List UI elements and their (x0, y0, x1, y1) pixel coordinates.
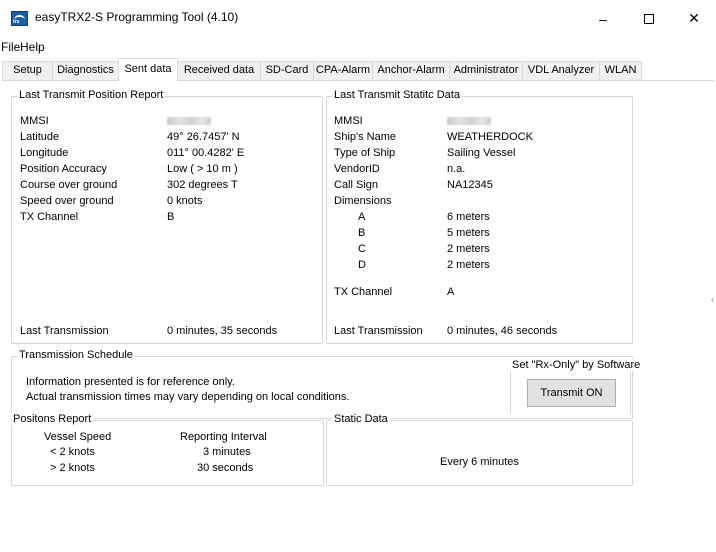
rx-only-title: Set "Rx-Only" by Software (510, 359, 643, 371)
maximize-button[interactable] (626, 0, 672, 37)
position-report-title: Last Transmit Position Report (17, 89, 166, 101)
dim-b-label: B (358, 227, 366, 239)
positions-col-interval: Reporting Interval (180, 431, 267, 443)
dim-c-label: C (358, 243, 366, 255)
pos-last-transmission-value: 0 minutes, 35 seconds (167, 325, 278, 337)
static-call-sign-label: Call Sign (334, 179, 379, 191)
pos-accuracy-label: Position Accuracy (20, 163, 107, 175)
minimize-button[interactable]: – (580, 0, 626, 37)
positions-row1-interval: 3 minutes (203, 446, 251, 458)
tab-vdl-analyzer[interactable]: VDL Analyzer (522, 61, 600, 80)
pos-tx-channel-label: TX Channel (20, 211, 79, 223)
dim-a-label: A (358, 211, 366, 223)
tab-administrator[interactable]: Administrator (449, 61, 523, 80)
positions-col-speed: Vessel Speed (44, 431, 112, 443)
pos-cog-value: 302 degrees T (167, 179, 238, 191)
minimize-icon: – (599, 10, 607, 27)
redacted-mmsi (447, 117, 491, 126)
menu-help[interactable]: Help (20, 40, 45, 54)
redacted-mmsi (167, 117, 211, 126)
pos-last-transmission-label: Last Transmission (20, 325, 109, 337)
pos-latitude-value: 49° 26.7457' N (167, 131, 240, 143)
static-last-transmission-value: 0 minutes, 46 seconds (447, 325, 558, 337)
positions-row1-speed: < 2 knots (50, 446, 95, 458)
positions-report-title: Positons Report (11, 413, 94, 425)
dim-b-value: 5 meters (447, 227, 490, 239)
tab-received-data[interactable]: Received data (177, 61, 261, 80)
menu-file[interactable]: File (1, 40, 20, 54)
pos-sog-label: Speed over ground (20, 195, 114, 207)
tab-wlan[interactable]: WLAN (599, 61, 642, 80)
static-vendor-id-label: VendorID (334, 163, 380, 175)
static-dimensions-label: Dimensions (334, 195, 392, 207)
pos-tx-channel-value: B (167, 211, 175, 223)
positions-row2-interval: 30 seconds (197, 462, 254, 474)
transmit-on-button[interactable]: Transmit ON (527, 379, 616, 407)
maximize-icon (644, 13, 654, 24)
tab-diagnostics[interactable]: Diagnostics (52, 61, 119, 80)
static-mmsi-value (447, 115, 491, 127)
menu-bar: File Help (0, 37, 716, 57)
tab-sent-data[interactable]: Sent data (118, 58, 178, 81)
tab-anchor-alarm[interactable]: Anchor-Alarm (372, 61, 450, 80)
schedule-info-line1: Information presented is for reference o… (26, 376, 235, 388)
static-schedule-group: Static Data (326, 413, 633, 486)
pos-longitude-label: Longitude (20, 147, 69, 159)
tab-sd-card[interactable]: SD-Card (260, 61, 314, 80)
window-title: easyTRX2-S Programming Tool (4.10) (35, 10, 239, 24)
pos-mmsi-label: MMSI (20, 115, 49, 127)
chevron-left-icon: ‹ (711, 294, 714, 304)
static-ship-type-label: Type of Ship (334, 147, 396, 159)
dim-c-value: 2 meters (447, 243, 490, 255)
pos-mmsi-value (167, 115, 211, 127)
dim-d-label: D (358, 259, 366, 271)
tab-setup[interactable]: Setup (2, 61, 53, 80)
pos-longitude-value: 011° 00.4282' E (167, 147, 245, 159)
static-ship-name-label: Ship's Name (334, 131, 397, 143)
static-schedule-title: Static Data (332, 413, 390, 425)
dim-d-value: 2 meters (447, 259, 490, 271)
close-icon: ✕ (688, 10, 700, 26)
dim-a-value: 6 meters (447, 211, 490, 223)
close-button[interactable]: ✕ (672, 0, 716, 37)
transmission-schedule-title: Transmission Schedule (17, 349, 135, 361)
positions-row2-speed: > 2 knots (50, 462, 95, 474)
static-ship-type-value: Sailing Vessel (447, 147, 516, 159)
static-vendor-id-value: n.a. (447, 163, 466, 175)
tab-cpa-alarm[interactable]: CPA-Alarm (313, 61, 373, 80)
static-ship-name-value: WEATHERDOCK (447, 131, 533, 143)
static-mmsi-label: MMSI (334, 115, 363, 127)
static-schedule-text: Every 6 minutes (440, 456, 519, 468)
static-call-sign-value: NA12345 (447, 179, 493, 191)
pos-cog-label: Course over ground (20, 179, 118, 191)
static-data-title: Last Transmit Statitc Data (332, 89, 462, 101)
static-last-transmission-label: Last Transmission (334, 325, 423, 337)
app-icon: trx (11, 11, 28, 26)
title-bar: trx easyTRX2-S Programming Tool (4.10) –… (0, 0, 716, 37)
schedule-info-line2: Actual transmission times may vary depen… (26, 391, 350, 403)
pos-accuracy-value: Low ( > 10 m ) (167, 163, 238, 175)
pos-sog-value: 0 knots (167, 195, 203, 207)
static-tx-channel-value: A (447, 286, 455, 298)
static-tx-channel-label: TX Channel (334, 286, 393, 298)
pos-latitude-label: Latitude (20, 131, 60, 143)
